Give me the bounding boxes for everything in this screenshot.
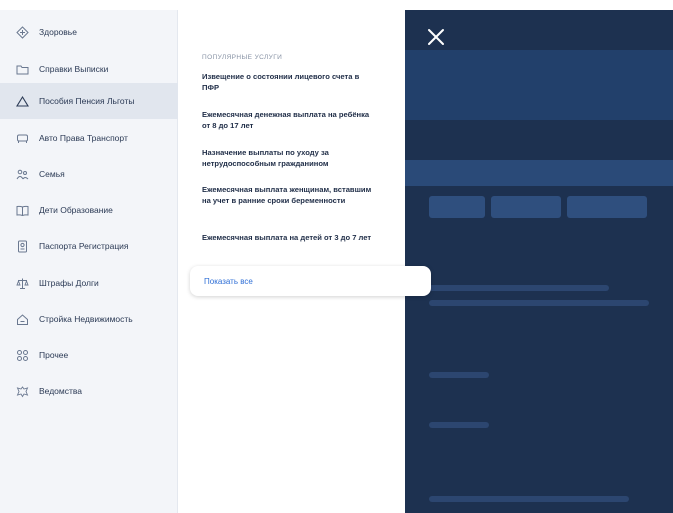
house-icon: [15, 312, 29, 326]
sidebar-item-family[interactable]: Семья: [0, 156, 178, 192]
show-all-label: Показать все: [204, 276, 253, 286]
top-strip: [0, 0, 673, 10]
popular-services-panel: Популярные услуги Извещение о состоянии …: [178, 10, 431, 513]
background-text-line: [429, 372, 489, 378]
background-text-line: [429, 422, 489, 428]
scales-icon: [15, 276, 29, 290]
emblem-icon: [15, 384, 29, 398]
dimmed-background-page[interactable]: [405, 10, 673, 513]
sidebar-item-label: Справки Выписки: [39, 64, 109, 74]
background-text-line: [429, 300, 649, 306]
sidebar-item-label: Пособия Пенсия Льготы: [39, 96, 135, 106]
sidebar-item-label: Стройка Недвижимость: [39, 314, 133, 324]
service-link[interactable]: Извещение о состоянии лицевого счета в П…: [202, 72, 378, 93]
background-chip: [491, 196, 561, 218]
background-search-bar: [405, 160, 673, 186]
sidebar-item-label: Дети Образование: [39, 205, 113, 215]
background-chip: [567, 196, 647, 218]
grid-icon: [15, 348, 29, 362]
sidebar-item-label: Штрафы Долги: [39, 278, 99, 288]
sidebar-item-label: Паспорта Регистрация: [39, 241, 129, 251]
close-button[interactable]: [425, 26, 447, 48]
panel-heading: Популярные услуги: [202, 54, 283, 61]
sidebar-item-certificates[interactable]: Справки Выписки: [0, 51, 178, 87]
category-sidebar: Здоровье Справки Выписки Пособия Пенсия …: [0, 10, 178, 513]
passport-icon: [15, 239, 29, 253]
background-text-line: [429, 496, 629, 502]
sidebar-item-label: Прочее: [39, 350, 69, 360]
background-text-line: [429, 285, 609, 291]
heart-icon: [15, 25, 29, 39]
sidebar-item-benefits[interactable]: Пособия Пенсия Льготы: [0, 83, 178, 119]
folder-icon: [15, 62, 29, 76]
service-link[interactable]: Ежемесячная выплата на детей от 3 до 7 л…: [202, 233, 378, 244]
car-icon: [15, 131, 29, 145]
sidebar-item-passports[interactable]: Паспорта Регистрация: [0, 228, 178, 264]
triangle-icon: [15, 94, 29, 108]
family-icon: [15, 167, 29, 181]
sidebar-item-education[interactable]: Дети Образование: [0, 192, 178, 228]
sidebar-item-auto[interactable]: Авто Права Транспорт: [0, 120, 178, 156]
background-header-band: [405, 50, 673, 120]
sidebar-item-realty[interactable]: Стройка Недвижимость: [0, 301, 178, 337]
sidebar-item-health[interactable]: Здоровье: [0, 14, 178, 50]
service-link[interactable]: Ежемесячная денежная выплата на ребёнка …: [202, 110, 378, 131]
service-link[interactable]: Ежемесячная выплата женщинам, вставшим н…: [202, 185, 378, 206]
background-chip: [429, 196, 485, 218]
sidebar-item-label: Авто Права Транспорт: [39, 133, 128, 143]
sidebar-item-fines[interactable]: Штрафы Долги: [0, 265, 178, 301]
service-link[interactable]: Назначение выплаты по уходу за нетрудосп…: [202, 148, 378, 169]
sidebar-item-agencies[interactable]: Ведомства: [0, 373, 178, 409]
sidebar-item-other[interactable]: Прочее: [0, 337, 178, 373]
sidebar-item-label: Ведомства: [39, 386, 83, 396]
sidebar-item-label: Здоровье: [39, 27, 77, 37]
sidebar-item-label: Семья: [39, 169, 65, 179]
book-icon: [15, 203, 29, 217]
show-all-button[interactable]: Показать все: [190, 266, 431, 296]
close-icon: [428, 29, 444, 45]
